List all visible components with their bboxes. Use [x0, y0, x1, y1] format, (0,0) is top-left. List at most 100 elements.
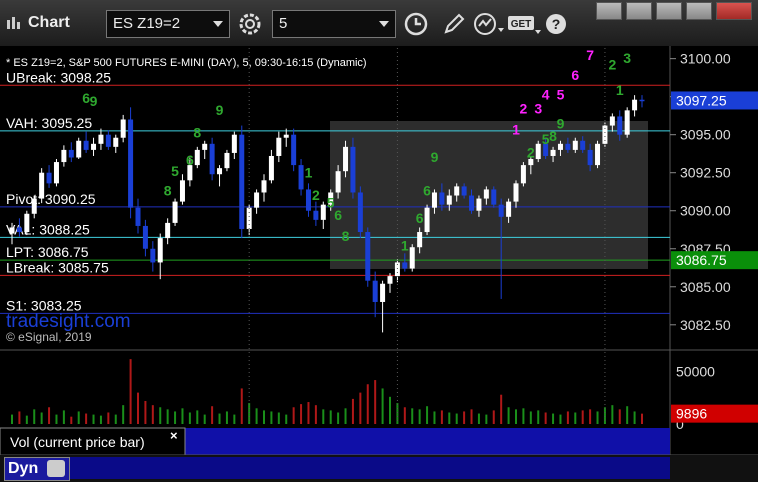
volume-bar — [500, 394, 503, 424]
candle-body — [83, 140, 89, 150]
candle-body — [506, 201, 512, 217]
copyright: © eSignal, 2019 — [6, 330, 92, 344]
volume-bar — [144, 400, 147, 424]
restore-button[interactable] — [656, 2, 682, 20]
toggle-toolbar-button[interactable] — [596, 2, 622, 20]
bottom-bar: Dyn — [0, 455, 758, 482]
volume-bar — [552, 413, 555, 424]
candle-body — [9, 227, 15, 234]
candle-body — [365, 232, 371, 281]
price-chart[interactable]: UBreak: 3098.25 VAH: 3095.25 Pivot: 3090.2… — [0, 46, 758, 482]
candle-body — [239, 134, 245, 229]
volume-bar — [270, 411, 273, 424]
volume-bar — [440, 410, 443, 424]
setup-count-label: 9 — [90, 93, 98, 109]
get-data-icon[interactable]: GET — [506, 10, 542, 38]
candle-body — [231, 134, 237, 153]
setup-count-label: 2 — [520, 100, 528, 116]
close-button[interactable] — [716, 2, 752, 20]
volume-bar — [322, 409, 325, 424]
candle-body — [98, 134, 104, 144]
minimize-button[interactable] — [626, 2, 652, 20]
candle-body — [617, 116, 623, 135]
maximize-button[interactable] — [686, 2, 712, 20]
link-icon[interactable] — [47, 460, 65, 477]
volume-panel-title: Vol (current price bar) — [10, 434, 145, 450]
candle-body — [632, 99, 638, 111]
volume-flag-label: 9896 — [676, 406, 707, 422]
volume-bar — [122, 405, 125, 424]
candle-body — [68, 149, 74, 158]
volume-bar — [188, 412, 191, 424]
candle-body — [31, 198, 37, 214]
close-volume-panel-icon[interactable]: × — [170, 428, 178, 443]
candle-body — [609, 116, 615, 126]
volume-bar — [203, 414, 206, 424]
clock-icon[interactable] — [402, 10, 430, 38]
volume-bar — [633, 411, 636, 424]
interval-input[interactable]: 5 — [272, 10, 396, 38]
setup-count-label: 2 — [608, 56, 616, 72]
volume-bar — [218, 413, 221, 424]
volume-bar — [581, 410, 584, 424]
symbol-input[interactable]: ES Z19=2 — [106, 10, 230, 38]
candle-body — [268, 155, 274, 181]
setup-count-label: 9 — [431, 149, 439, 165]
volume-bar — [618, 409, 621, 424]
volume-bar — [107, 412, 110, 424]
volume-bar — [18, 411, 21, 424]
y-tick-label: 3090.00 — [680, 203, 731, 219]
pencil-draw-icon[interactable] — [440, 10, 468, 38]
candle-body — [61, 149, 67, 163]
volume-bar — [11, 414, 13, 424]
settings-gear-icon[interactable] — [236, 10, 264, 38]
volume-bar — [307, 402, 310, 424]
candle-body — [380, 283, 386, 302]
candle-body — [565, 143, 571, 150]
candle-body — [454, 186, 460, 196]
dyn-tab[interactable]: Dyn — [4, 457, 70, 481]
volume-bar — [641, 413, 643, 424]
candle-body — [261, 180, 267, 193]
bottom-filler-bar — [70, 457, 670, 479]
candle-body — [335, 171, 341, 193]
chart-toolbar: Chart ES Z19=2 5 GET ? — [0, 0, 758, 47]
volume-bar — [515, 409, 517, 424]
volume-bar — [85, 413, 88, 424]
dyn-tab-label: Dyn — [8, 460, 39, 477]
y-tick-label: 3095.00 — [680, 127, 731, 143]
candle-body — [409, 247, 415, 269]
volume-bar — [559, 414, 562, 424]
volume-bar — [292, 407, 295, 424]
volume-bar — [611, 405, 614, 424]
candle-body — [535, 143, 541, 160]
candle-body — [439, 192, 445, 205]
candle-body — [91, 143, 97, 150]
candle-body — [595, 143, 601, 166]
volume-bar — [300, 404, 303, 424]
candle-body — [446, 195, 452, 205]
y-tick-label: 3082.50 — [680, 317, 731, 333]
candle-body — [150, 248, 156, 263]
setup-count-label: 9 — [216, 102, 224, 118]
window-title: Chart — [28, 14, 70, 31]
volume-bar — [240, 388, 243, 424]
candle-body — [202, 143, 208, 150]
setup-count-label: 6 — [571, 67, 579, 83]
candle-body — [587, 149, 593, 166]
volume-bar — [374, 380, 377, 424]
candle-body — [357, 192, 363, 233]
volume-bar — [418, 409, 421, 424]
volume-bar — [359, 392, 362, 424]
candle-body — [461, 186, 467, 196]
candle-body — [283, 134, 289, 138]
help-icon[interactable]: ? — [542, 10, 570, 38]
setup-count-label: 1 — [401, 237, 409, 253]
candle-body — [246, 207, 252, 229]
interval-dropdown-icon[interactable] — [379, 21, 389, 27]
candle-body — [46, 172, 52, 184]
volume-bar — [574, 412, 577, 424]
study-icon[interactable] — [472, 10, 506, 38]
candle-body — [128, 119, 134, 208]
symbol-dropdown-icon[interactable] — [213, 21, 223, 27]
